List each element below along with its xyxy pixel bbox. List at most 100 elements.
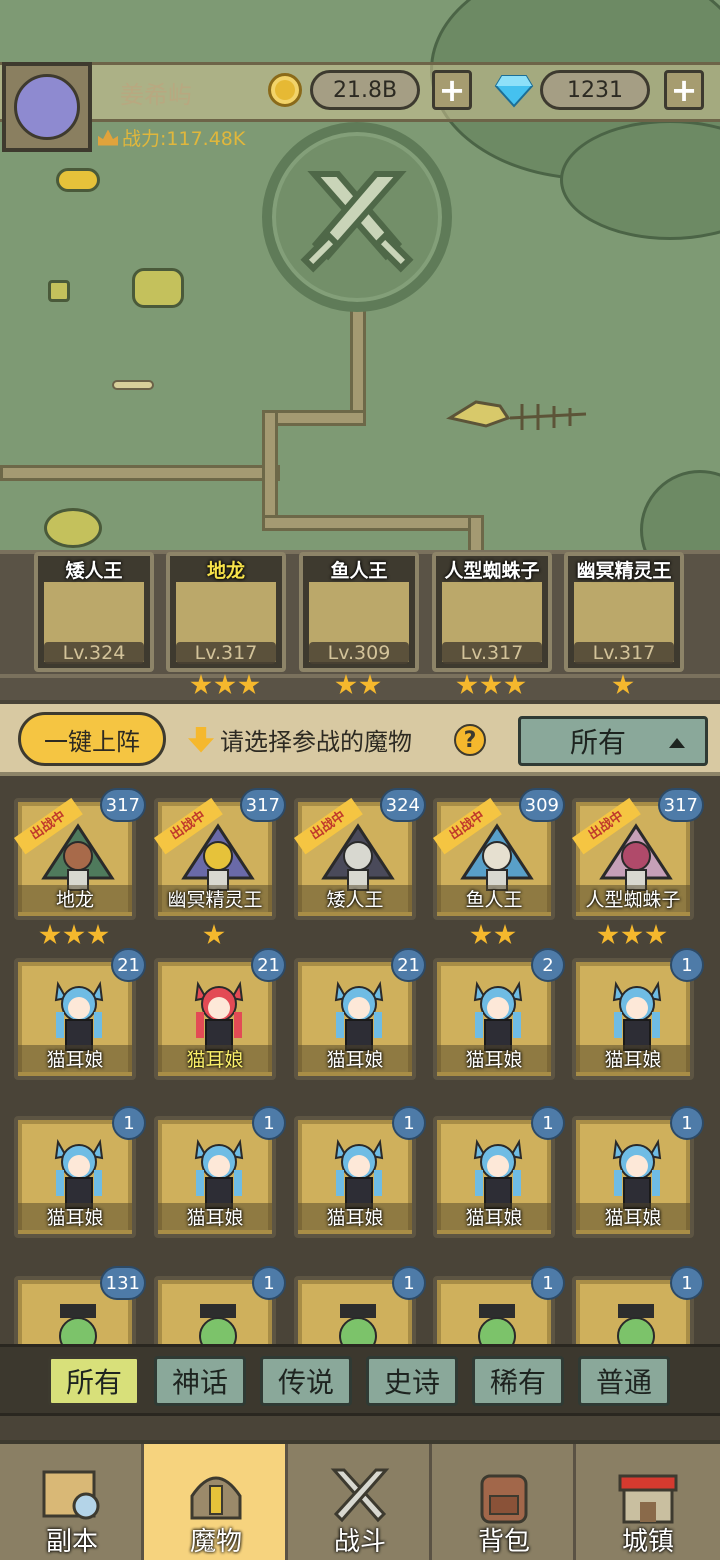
lineup-slot[interactable]: 矮人王 Lv.324 bbox=[34, 552, 154, 672]
count-badge: 309 bbox=[518, 788, 565, 822]
lineup-name: 矮人王 bbox=[65, 560, 123, 582]
lineup-star-rating bbox=[456, 674, 526, 696]
monster-card[interactable]: 1 猫耳娘 bbox=[433, 1106, 565, 1238]
monster-star-rating bbox=[470, 924, 516, 946]
lineup-level: Lv.309 bbox=[309, 642, 409, 664]
nav-label: 魔物 bbox=[189, 1527, 242, 1557]
gold-coin-icon bbox=[268, 73, 302, 107]
road bbox=[262, 410, 278, 530]
rarity-tab-rare[interactable]: 稀有 bbox=[472, 1356, 564, 1406]
lineup-level: Lv.324 bbox=[44, 642, 144, 664]
nav-battle[interactable]: 战斗 bbox=[288, 1444, 432, 1560]
monster-card[interactable]: 21 猫耳娘 bbox=[154, 948, 286, 1080]
rock bbox=[132, 268, 184, 308]
filter-dropdown[interactable]: 所有 bbox=[518, 716, 708, 766]
star-icon bbox=[214, 674, 236, 695]
monster-name: 猫耳娘 bbox=[158, 1045, 272, 1072]
monster-star-rating bbox=[597, 924, 667, 946]
add-gems-button[interactable]: + bbox=[664, 70, 704, 110]
monster-card[interactable]: 1 猫耳娘 bbox=[572, 948, 704, 1080]
lineup-slot[interactable]: 鱼人王 Lv.309 bbox=[299, 552, 419, 672]
monster-star-rating bbox=[39, 924, 109, 946]
monster-name: 矮人王 bbox=[298, 885, 412, 912]
monster-card[interactable]: 出战中 317 地龙 bbox=[14, 788, 146, 920]
count-badge: 1 bbox=[670, 1266, 704, 1300]
avatar-face bbox=[14, 74, 80, 140]
arrow-down-icon bbox=[188, 726, 214, 753]
lineup-slot[interactable]: 人型蜘蛛子 Lv.317 bbox=[432, 552, 552, 672]
monster-name: 人型蜘蛛子 bbox=[576, 885, 690, 912]
monster-name: 猫耳娘 bbox=[298, 1045, 412, 1072]
lineup-star-rating bbox=[612, 674, 634, 696]
helmet-icon bbox=[190, 1476, 242, 1520]
star-icon bbox=[238, 674, 260, 695]
star-icon bbox=[480, 674, 502, 695]
lineup-slot[interactable]: 幽冥精灵王 Lv.317 bbox=[564, 552, 684, 672]
star-icon bbox=[494, 924, 516, 945]
monster-name: 猫耳娘 bbox=[298, 1203, 412, 1230]
count-badge: 131 bbox=[99, 1266, 146, 1300]
monster-card[interactable]: 出战中 317 幽冥精灵王 bbox=[154, 788, 286, 920]
monster-card[interactable]: 1 bbox=[294, 1266, 426, 1344]
nav-label: 战斗 bbox=[333, 1527, 386, 1557]
count-badge: 1 bbox=[531, 1106, 565, 1140]
monster-card[interactable]: 2 猫耳娘 bbox=[433, 948, 565, 1080]
nav-dungeon[interactable]: 副本 bbox=[0, 1444, 144, 1560]
monster-card[interactable]: 1 bbox=[433, 1266, 565, 1344]
auto-deploy-button[interactable]: 一键上阵 bbox=[18, 712, 166, 766]
rarity-tab-common[interactable]: 普通 bbox=[578, 1356, 670, 1406]
star-icon bbox=[190, 674, 212, 695]
monster-card[interactable]: 1 猫耳娘 bbox=[154, 1106, 286, 1238]
bone bbox=[112, 380, 154, 390]
road bbox=[350, 300, 366, 420]
star-icon bbox=[335, 674, 357, 695]
lineup-slot[interactable]: 地龙 Lv.317 bbox=[166, 552, 286, 672]
monster-card[interactable]: 1 猫耳娘 bbox=[14, 1106, 146, 1238]
rarity-tab-epic[interactable]: 史诗 bbox=[366, 1356, 458, 1406]
monster-grid: 出战中 317 地龙 出战中 317 幽冥精灵王 出战中 324 矮人王 出战中 309 鱼人王… bbox=[0, 780, 720, 1344]
monster-name: 猫耳娘 bbox=[18, 1203, 132, 1230]
monster-card[interactable]: 出战中 309 鱼人王 bbox=[433, 788, 565, 920]
nav-monsters[interactable]: 魔物 bbox=[144, 1444, 288, 1560]
star-icon bbox=[470, 924, 492, 945]
lineup-level: Lv.317 bbox=[442, 642, 542, 664]
monster-card[interactable]: 出战中 317 人型蜘蛛子 bbox=[572, 788, 704, 920]
rarity-tab-all[interactable]: 所有 bbox=[48, 1356, 140, 1406]
monster-card[interactable]: 131 bbox=[14, 1266, 146, 1344]
monster-name: 猫耳娘 bbox=[437, 1203, 551, 1230]
count-badge: 1 bbox=[252, 1106, 286, 1140]
power-text: 战力:117.48K bbox=[122, 128, 246, 150]
battle-emblem-icon[interactable] bbox=[262, 122, 452, 312]
rarity-tab-legendary[interactable]: 传说 bbox=[260, 1356, 352, 1406]
monster-card[interactable]: 1 猫耳娘 bbox=[572, 1106, 704, 1238]
monster-card[interactable]: 1 猫耳娘 bbox=[294, 1106, 426, 1238]
star-icon bbox=[645, 924, 667, 945]
star-icon bbox=[359, 674, 381, 695]
rarity-tab-mythic[interactable]: 神话 bbox=[154, 1356, 246, 1406]
monster-card[interactable]: 1 bbox=[572, 1266, 704, 1344]
nav-label: 城镇 bbox=[621, 1527, 674, 1557]
count-badge: 317 bbox=[657, 788, 704, 822]
player-name: 姜希屿 bbox=[120, 81, 192, 109]
monster-name: 幽冥精灵王 bbox=[158, 885, 272, 912]
star-icon bbox=[87, 924, 109, 945]
star-icon bbox=[504, 674, 526, 695]
nav-town[interactable]: 城镇 bbox=[576, 1444, 720, 1560]
monster-card[interactable]: 1 bbox=[154, 1266, 286, 1344]
count-badge: 2 bbox=[531, 948, 565, 982]
monster-star-rating bbox=[203, 924, 225, 946]
monster-card[interactable]: 21 猫耳娘 bbox=[14, 948, 146, 1080]
monster-name: 猫耳娘 bbox=[576, 1203, 690, 1230]
help-button[interactable]: ? bbox=[454, 724, 486, 756]
nav-backpack[interactable]: 背包 bbox=[432, 1444, 576, 1560]
monster-card[interactable]: 21 猫耳娘 bbox=[294, 948, 426, 1080]
monster-card[interactable]: 出战中 324 矮人王 bbox=[294, 788, 426, 920]
monster-name: 猫耳娘 bbox=[18, 1045, 132, 1072]
hint-text: 请选择参战的魔物 bbox=[220, 728, 412, 756]
player-avatar[interactable] bbox=[2, 62, 92, 152]
count-badge: 324 bbox=[379, 788, 426, 822]
frog-figure bbox=[478, 1304, 516, 1344]
count-badge: 1 bbox=[112, 1106, 146, 1140]
add-gold-button[interactable]: + bbox=[432, 70, 472, 110]
shop-icon bbox=[618, 1474, 678, 1524]
